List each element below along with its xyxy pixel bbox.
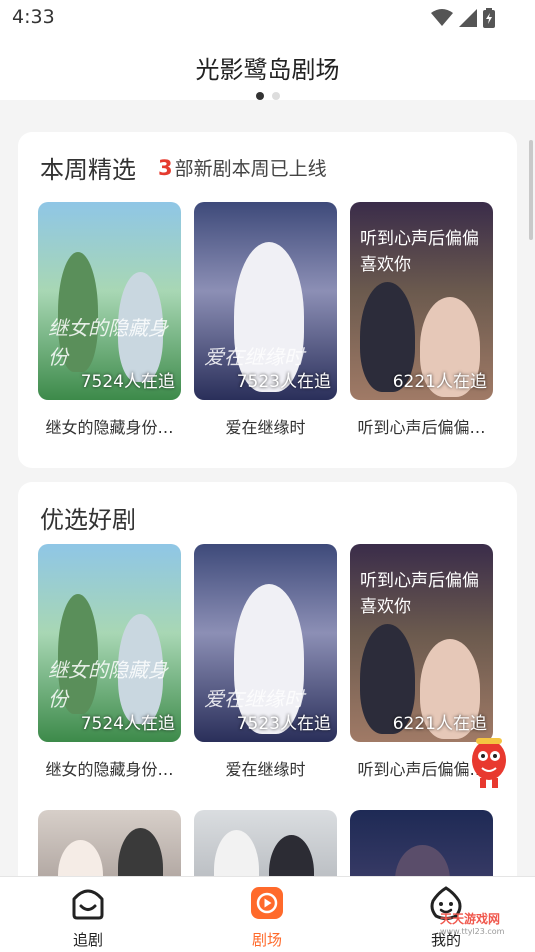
watermark-url: www.ttyl23.com (440, 927, 505, 936)
mascot-icon (472, 738, 506, 788)
tab-theater[interactable]: 剧场 (227, 885, 307, 950)
tab-label: 追剧 (72, 931, 103, 949)
featured-card: 优选好剧 继女的隐藏身份 7524人在追 继女的隐藏身份… 爱在继缘时 7523… (18, 482, 517, 902)
watermark-text: 天天游戏网 (440, 912, 501, 926)
tab-label: 剧场 (251, 931, 282, 949)
watch-count: 7523人在追 (236, 372, 331, 392)
poster-calligraphy: 听到心声后偏偏喜欢你 (360, 229, 479, 275)
header: 光影鹭岛剧场 (0, 36, 535, 100)
subtitle-text: 部新剧本周已上线 (174, 158, 327, 180)
section-subtitle: 3 部新剧本周已上线 (158, 154, 327, 181)
poster-calligraphy: 爱在继缘时 (204, 345, 304, 369)
carousel-dot-active[interactable] (255, 92, 264, 100)
drama-title: 爱在继缘时 (225, 418, 306, 437)
battery-icon (483, 8, 495, 28)
drama-poster[interactable]: 爱在继缘时 7523人在追 (194, 544, 337, 742)
drama-poster[interactable]: 听到心声后偏偏喜欢你 6221人在追 (350, 202, 493, 400)
watermark: 天天游戏网 www.ttyl23.com (440, 910, 504, 936)
drama-item[interactable]: 爱在继缘时 7523人在追 爱在继缘时 (194, 544, 337, 780)
drama-poster[interactable]: 爱在继缘时 7523人在追 (194, 202, 337, 400)
smile-icon (72, 889, 104, 920)
watch-count: 7524人在追 (80, 372, 175, 392)
status-bar: 4:33 (0, 0, 535, 36)
drama-item[interactable]: 听到心声后偏偏喜欢你 6221人在追 听到心声后偏偏… (350, 202, 493, 438)
status-time: 4:33 (12, 6, 55, 28)
drama-title: 继女的隐藏身份… (45, 760, 174, 779)
signal-icon (459, 9, 477, 27)
drama-poster[interactable]: 继女的隐藏身份 7524人在追 (38, 544, 181, 742)
drama-grid: 继女的隐藏身份 7524人在追 继女的隐藏身份… 爱在继缘时 7523人在追 爱… (38, 544, 493, 780)
play-icon (251, 887, 283, 919)
drama-item[interactable]: 爱在继缘时 7523人在追 爱在继缘时 (194, 202, 337, 438)
tab-follow[interactable]: 追剧 (48, 885, 128, 950)
section-title: 本周精选 (40, 156, 136, 184)
drama-grid: 继女的隐藏身份 7524人在追 继女的隐藏身份… 爱在继缘时 7523人在追 爱… (38, 202, 493, 438)
new-count: 3 (158, 156, 173, 180)
poster-calligraphy: 听到心声后偏偏喜欢你 (360, 571, 479, 617)
drama-poster[interactable]: 听到心声后偏偏喜欢你 6221人在追 (350, 544, 493, 742)
poster-calligraphy: 爱在继缘时 (204, 687, 304, 711)
watch-count: 7524人在追 (80, 714, 175, 734)
status-icons (431, 8, 495, 28)
wifi-icon (431, 9, 453, 26)
drama-title: 继女的隐藏身份… (45, 418, 174, 437)
carousel-indicator (0, 92, 535, 100)
drama-title: 爱在继缘时 (225, 760, 306, 779)
drama-item[interactable]: 继女的隐藏身份 7524人在追 继女的隐藏身份… (38, 544, 181, 780)
drama-title: 听到心声后偏偏… (357, 418, 486, 437)
watch-count: 6221人在追 (392, 372, 487, 392)
watch-count: 7523人在追 (236, 714, 331, 734)
drama-poster[interactable]: 继女的隐藏身份 7524人在追 (38, 202, 181, 400)
watch-count: 6221人在追 (392, 714, 487, 734)
mascot-float-badge[interactable] (468, 732, 510, 792)
scrollbar[interactable] (529, 140, 533, 240)
drama-item[interactable]: 继女的隐藏身份 7524人在追 继女的隐藏身份… (38, 202, 181, 438)
weekly-picks-card: 本周精选 3 部新剧本周已上线 继女的隐藏身份 7524人在追 继女的隐藏身份… … (18, 132, 517, 468)
carousel-dot[interactable] (271, 92, 280, 100)
poster-calligraphy: 继女的隐藏身份 (48, 316, 168, 369)
section-title: 优选好剧 (40, 506, 136, 534)
page-title: 光影鹭岛剧场 (195, 56, 340, 84)
poster-calligraphy: 继女的隐藏身份 (48, 658, 168, 711)
